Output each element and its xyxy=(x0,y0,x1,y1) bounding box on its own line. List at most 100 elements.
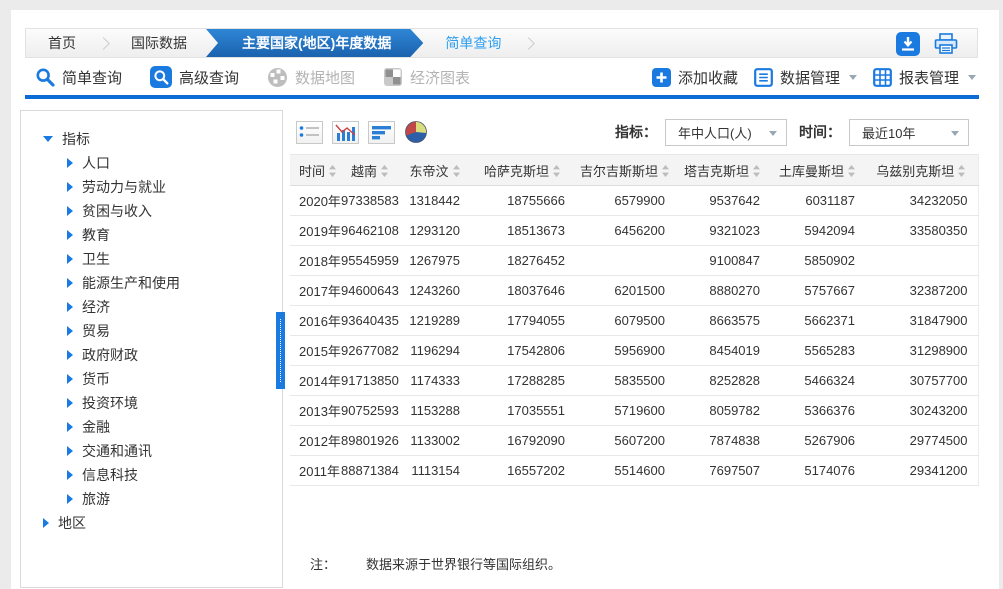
column-label: 东帝汶 xyxy=(409,164,448,179)
download-button[interactable] xyxy=(895,32,921,56)
sidebar-tree-item[interactable]: 政府财政 xyxy=(21,343,282,367)
table-header-row: 时间 越南 东帝汶 哈萨克斯坦 吉尔吉斯斯坦 塔吉克斯坦 土库曼斯坦 乌兹别克斯… xyxy=(290,155,978,186)
value-cell: 5942094 xyxy=(770,216,865,246)
time-select[interactable]: 最近10年 xyxy=(849,119,969,146)
sidebar-item-indicators[interactable]: 指标 xyxy=(21,127,282,151)
value-cell: 1196294 xyxy=(400,336,470,366)
column-header[interactable]: 吉尔吉斯斯坦 xyxy=(575,155,675,186)
chevron-down-icon xyxy=(849,75,857,80)
tree-item-label: 卫生 xyxy=(82,249,110,269)
value-cell: 1293120 xyxy=(400,216,470,246)
breadcrumb-home[interactable]: 首页 xyxy=(26,29,98,57)
value-cell: 93640435 xyxy=(340,306,400,336)
panel-resize-handle[interactable] xyxy=(276,312,285,389)
sidebar-tree-item[interactable]: 货币 xyxy=(21,367,282,391)
indicator-select-value: 年中人口(人) xyxy=(678,123,752,142)
tree-item-label: 教育 xyxy=(82,225,110,245)
triangle-right-icon xyxy=(67,494,73,504)
econ-chart-icon xyxy=(383,67,403,87)
triangle-right-icon xyxy=(67,302,73,312)
sidebar-tree-item[interactable]: 投资环境 xyxy=(21,391,282,415)
value-cell: 1243260 xyxy=(400,276,470,306)
sidebar-tree-item[interactable]: 贫困与收入 xyxy=(21,199,282,223)
year-cell: 2013年 xyxy=(290,396,340,426)
value-cell: 95545959 xyxy=(340,246,400,276)
breadcrumb-international-data[interactable]: 国际数据 xyxy=(109,29,209,57)
year-cell: 2018年 xyxy=(290,246,340,276)
tree-root-label: 指标 xyxy=(62,129,90,149)
sidebar-tree-item[interactable]: 信息科技 xyxy=(21,463,282,487)
table-row: 2011年88871384111315416557202551460076975… xyxy=(290,456,978,486)
accent-divider xyxy=(25,95,979,99)
value-cell: 94600643 xyxy=(340,276,400,306)
add-favorite-button[interactable]: 添加收藏 xyxy=(652,67,738,88)
breadcrumb-simple-query[interactable]: 简单查询 xyxy=(423,29,523,57)
column-chart-view-button[interactable] xyxy=(332,121,359,144)
value-cell: 1153288 xyxy=(400,396,470,426)
footnote: 注： 数据来源于世界银行等国际组织。 xyxy=(290,554,979,573)
column-header[interactable]: 塔吉克斯坦 xyxy=(675,155,770,186)
add-favorite-label: 添加收藏 xyxy=(678,67,738,88)
value-cell: 5267906 xyxy=(770,426,865,456)
value-cell: 17542806 xyxy=(470,336,575,366)
value-cell: 6579900 xyxy=(575,186,675,216)
triangle-right-icon xyxy=(67,422,73,432)
value-cell: 32387200 xyxy=(865,276,978,306)
bar-chart-view-button[interactable] xyxy=(368,121,395,144)
column-label: 吉尔吉斯斯坦 xyxy=(580,164,658,179)
sidebar-tree-item[interactable]: 金融 xyxy=(21,415,282,439)
report-manage-button[interactable]: 报表管理 xyxy=(873,67,976,88)
filter-controls: 指标： 年中人口(人) 时间： 最近10年 xyxy=(615,119,979,146)
magnifier-icon xyxy=(35,67,55,87)
sidebar-tree-item[interactable]: 经济 xyxy=(21,295,282,319)
sidebar-tree-item[interactable]: 交通和通讯 xyxy=(21,439,282,463)
column-label: 土库曼斯坦 xyxy=(779,164,844,179)
value-cell: 5850902 xyxy=(770,246,865,276)
tree-item-label: 人口 xyxy=(82,153,110,173)
sidebar-tree-item[interactable]: 能源生产和使用 xyxy=(21,271,282,295)
column-header[interactable]: 乌兹别克斯坦 xyxy=(865,155,978,186)
triangle-right-icon xyxy=(67,398,73,408)
breadcrumb-separator xyxy=(522,37,535,50)
print-button[interactable] xyxy=(933,32,959,56)
tree-item-label: 劳动力与就业 xyxy=(82,177,166,197)
column-label: 乌兹别克斯坦 xyxy=(876,164,954,179)
econ-chart-label: 经济图表 xyxy=(410,67,470,88)
value-cell: 97338583 xyxy=(340,186,400,216)
sidebar-tree-item[interactable]: 贸易 xyxy=(21,319,282,343)
column-header[interactable]: 时间 xyxy=(290,155,340,186)
table-row: 2015年92677082119629417542806595690084540… xyxy=(290,336,978,366)
sidebar-tree-item[interactable]: 卫生 xyxy=(21,247,282,271)
column-header[interactable]: 东帝汶 xyxy=(400,155,470,186)
breadcrumb-annual-data-active[interactable]: 主要国家(地区)年度数据 xyxy=(206,29,423,57)
indicator-select[interactable]: 年中人口(人) xyxy=(665,119,787,146)
value-cell: 29341200 xyxy=(865,456,978,486)
column-header[interactable]: 哈萨克斯坦 xyxy=(470,155,575,186)
pie-chart-view-button[interactable] xyxy=(404,121,428,144)
value-cell: 6031187 xyxy=(770,186,865,216)
list-view-button[interactable] xyxy=(296,121,323,144)
table-row: 2014年91713850117433317288285583550082528… xyxy=(290,366,978,396)
advanced-query-button[interactable]: 高级查询 xyxy=(150,66,239,88)
sort-icon xyxy=(328,164,337,178)
column-header[interactable]: 土库曼斯坦 xyxy=(770,155,865,186)
data-manage-button[interactable]: 数据管理 xyxy=(754,67,857,88)
value-cell: 9321023 xyxy=(675,216,770,246)
sidebar-tree-item[interactable]: 教育 xyxy=(21,223,282,247)
column-label: 时间 xyxy=(299,164,325,179)
simple-query-button[interactable]: 简单查询 xyxy=(35,67,122,88)
table-row: 2019年96462108129312018513673645620093210… xyxy=(290,216,978,246)
sidebar-item-regions[interactable]: 地区 xyxy=(21,511,282,535)
sidebar-tree-item[interactable]: 旅游 xyxy=(21,487,282,511)
tree-item-label: 交通和通讯 xyxy=(82,441,152,461)
plus-icon xyxy=(652,68,671,87)
column-header[interactable]: 越南 xyxy=(340,155,400,186)
triangle-right-icon xyxy=(67,158,73,168)
triangle-right-icon xyxy=(67,350,73,360)
triangle-right-icon xyxy=(67,326,73,336)
sidebar-tree-item[interactable]: 劳动力与就业 xyxy=(21,175,282,199)
sidebar-tree-item[interactable]: 人口 xyxy=(21,151,282,175)
document-lines-icon xyxy=(754,68,773,87)
table-row: 2013年90752593115328817035551571960080597… xyxy=(290,396,978,426)
value-cell: 1133002 xyxy=(400,426,470,456)
